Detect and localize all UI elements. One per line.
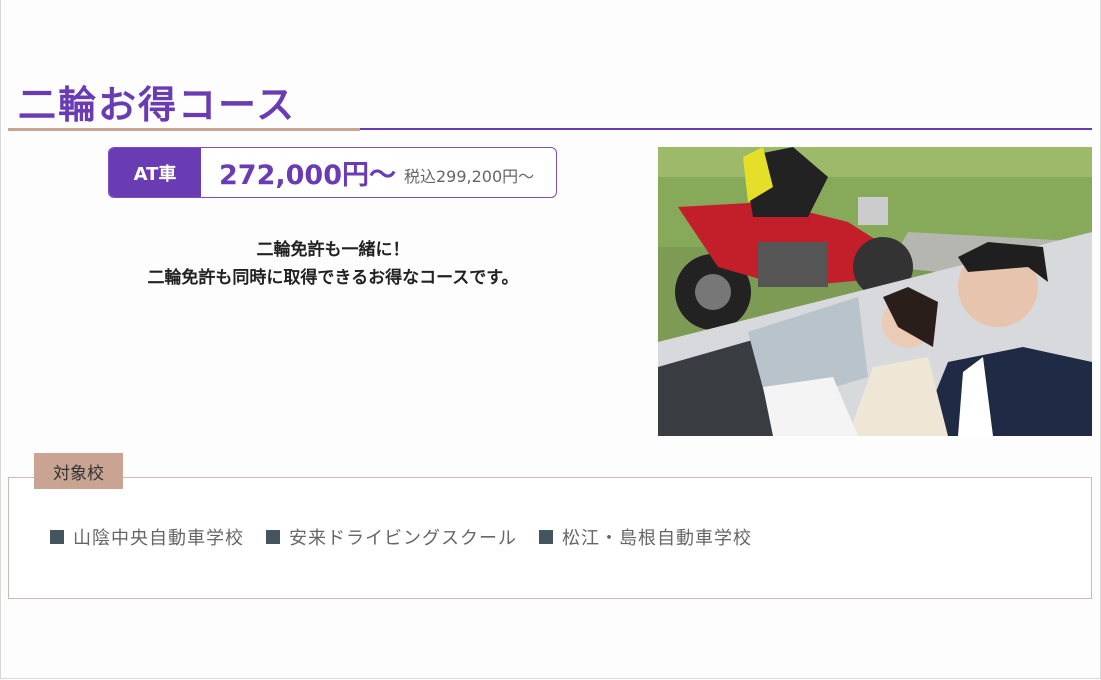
school-name: 山陰中央自動車学校 (73, 528, 244, 549)
target-schools-label: 対象校 (34, 453, 123, 489)
school-list: 山陰中央自動車学校 安来ドライビングスクール 松江・島根自動車学校 (50, 524, 752, 550)
square-bullet-icon (539, 530, 553, 544)
course-description: 二輪免許も一緒に！ 二輪免許も同時に取得できるお得なコースです。 (100, 236, 566, 292)
school-item: 山陰中央自動車学校 (50, 524, 244, 550)
school-name: 松江・島根自動車学校 (562, 528, 752, 549)
price-tag: AT車 (109, 148, 201, 197)
square-bullet-icon (266, 530, 280, 544)
school-item: 松江・島根自動車学校 (539, 524, 752, 550)
school-name: 安来ドライビングスクール (289, 528, 517, 549)
school-item: 安来ドライビングスクール (266, 524, 517, 550)
square-bullet-icon (50, 530, 64, 544)
description-line-2: 二輪免許も同時に取得できるお得なコースです。 (147, 268, 519, 288)
course-title: 二輪お得コース (18, 83, 297, 127)
title-underline-accent (8, 128, 360, 131)
description-line-1: 二輪免許も一緒に！ (256, 240, 410, 260)
course-photo (658, 147, 1092, 436)
price-box: AT車 272,000円〜 税込299,200円〜 (108, 147, 557, 198)
price-tax-included: 税込299,200円〜 (403, 166, 535, 186)
price-main: 272,000円〜 (219, 160, 396, 191)
